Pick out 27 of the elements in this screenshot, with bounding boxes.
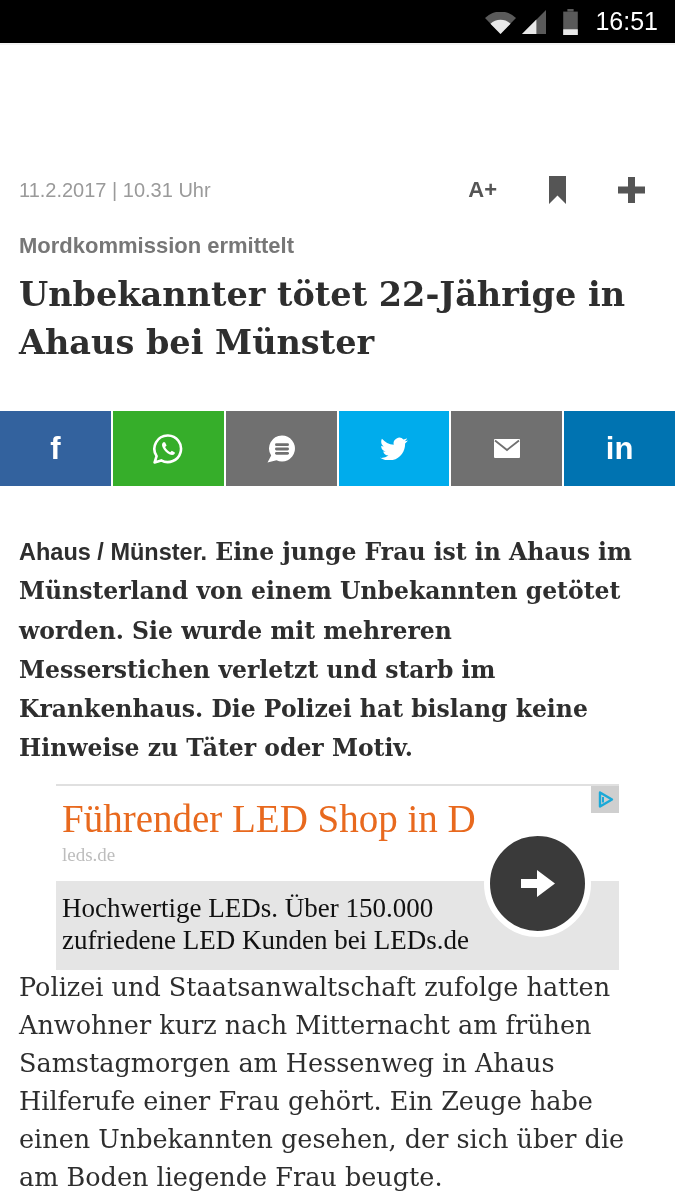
share-button[interactable]	[225, 411, 337, 486]
share-button[interactable]	[112, 411, 224, 486]
clock-time: 16:51	[595, 7, 658, 36]
arrow-icon	[520, 869, 555, 897]
wifi-icon	[485, 11, 517, 34]
envelope-icon	[493, 439, 520, 458]
bookmark-icon[interactable]	[549, 176, 566, 204]
chat-bubble-icon	[266, 433, 297, 464]
font-size-button[interactable]: A+	[468, 177, 497, 203]
ad-domain: leds.de	[61, 843, 116, 866]
ad-title[interactable]: Führender LED Shop in D	[56, 785, 476, 841]
article-kicker: Mordkommission ermittelt	[19, 232, 295, 260]
ad-description: Hochwertige LEDs. Über 150.000 zufriedene LED Kunden bei LEDs.de	[62, 891, 471, 956]
bird-icon	[379, 437, 408, 460]
phone-bubble-icon	[152, 432, 185, 465]
signal-icon	[522, 9, 547, 34]
plus-icon[interactable]	[618, 177, 645, 203]
body-paragraph: Polizei und Staatsanwaltschaft zufolge hatten Anwohner kurz nach Mitternacht am frühen Samstagmorgen am Hessenweg in Ahaus Hilferufe einer Frau gehört. Ein Zeuge habe einen Unbekannten gesehen, der sich über die am Boden liegende Frau beugte.	[17, 970, 626, 1194]
article-headline: Unbekannter tötet 22-Jährige in Ahaus bei Münster	[19, 274, 627, 364]
share-button[interactable]	[451, 411, 563, 486]
ad-card[interactable]: Führender LED Shop in D leds.de Hochwertige LEDs. Über 150.000 zufriedene LED Kunden bei LEDs.de	[56, 783, 619, 970]
lead-paragraph: Ahaus / Münster. Eine junge Frau ist in Ahaus im Münsterland von einem Unbekannten getötet worden. Sie wurde mit mehreren Messerstichen verletzt und starb im Krankenhaus. Die Polizei hat bislang keine Hinweise zu Täter oder Motiv.	[19, 537, 633, 765]
share-button[interactable]: in	[564, 411, 675, 486]
share-button[interactable]	[338, 411, 450, 486]
share-button[interactable]: f	[0, 411, 111, 486]
article-date: 11.2.2017 | 10.31 Uhr	[19, 178, 211, 202]
battery-icon	[563, 8, 579, 35]
